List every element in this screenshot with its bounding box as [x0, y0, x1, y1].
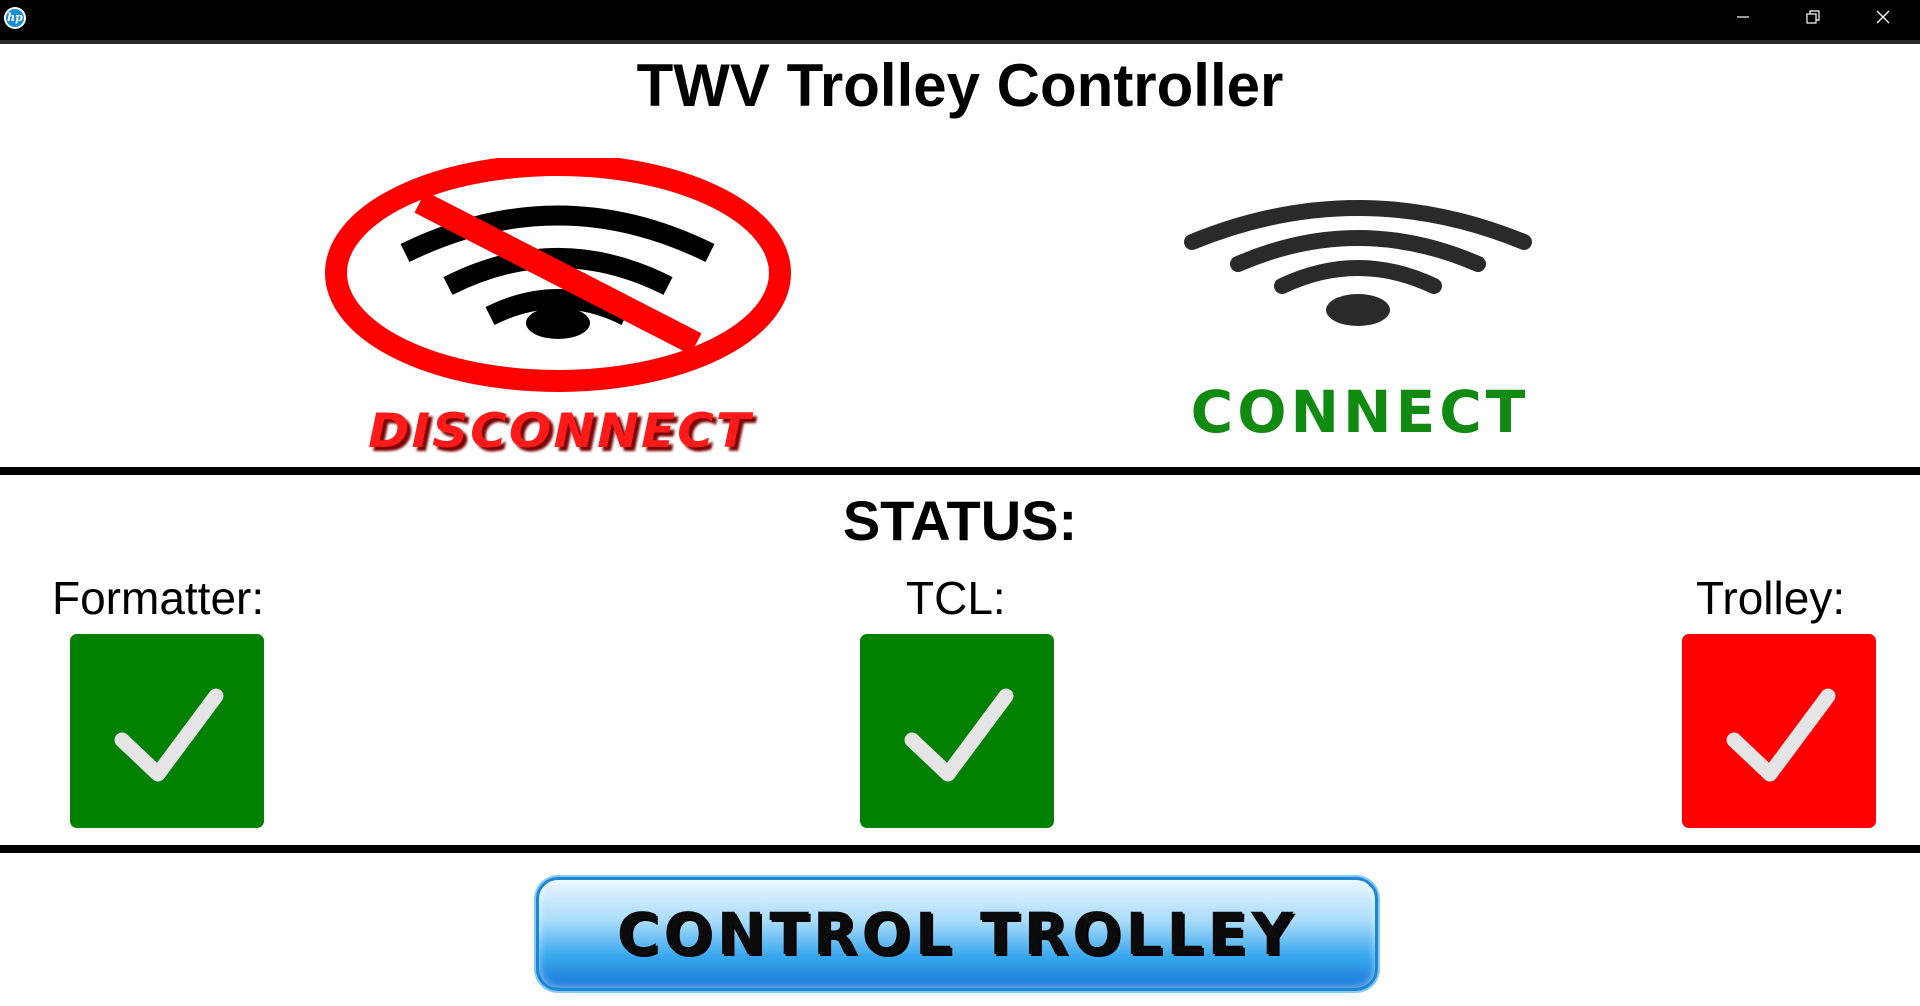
- trolley-status-indicator: [1682, 634, 1876, 828]
- app-icon-text: hp: [6, 9, 24, 27]
- close-icon: [1876, 10, 1890, 24]
- checkmark-icon: [1726, 688, 1836, 782]
- close-button[interactable]: [1853, 0, 1913, 34]
- connect-button[interactable]: CONNECT: [1100, 190, 1620, 450]
- checkmark-icon: [904, 688, 1014, 782]
- disconnect-label: DISCONNECT: [368, 403, 752, 459]
- tcl-label: TCL:: [906, 572, 1006, 624]
- restore-icon: [1806, 10, 1820, 24]
- trolley-label: Trolley:: [1696, 572, 1846, 624]
- disconnect-button[interactable]: DISCONNECT: [300, 158, 820, 459]
- control-trolley-button[interactable]: CONTROL TROLLEY: [536, 877, 1378, 991]
- window-titlebar: hp: [0, 0, 1920, 44]
- section-divider: [0, 845, 1920, 853]
- hp-logo-icon: hp: [4, 7, 26, 29]
- page-title: TWV Trolley Controller: [636, 52, 1284, 119]
- restore-button[interactable]: [1783, 0, 1843, 34]
- formatter-status-indicator: [70, 634, 264, 828]
- wifi-icon: [1184, 200, 1532, 326]
- connect-label: CONNECT: [1190, 378, 1530, 446]
- formatter-label: Formatter:: [52, 572, 265, 624]
- minimize-button[interactable]: [1713, 0, 1773, 34]
- minimize-icon: [1737, 16, 1749, 18]
- control-trolley-label: CONTROL TROLLEY: [616, 900, 1298, 968]
- tcl-status-indicator: [860, 634, 1054, 828]
- checkmark-icon: [114, 688, 224, 782]
- section-divider: [0, 467, 1920, 475]
- status-title: STATUS:: [842, 489, 1078, 552]
- wifi-off-icon: [325, 158, 791, 392]
